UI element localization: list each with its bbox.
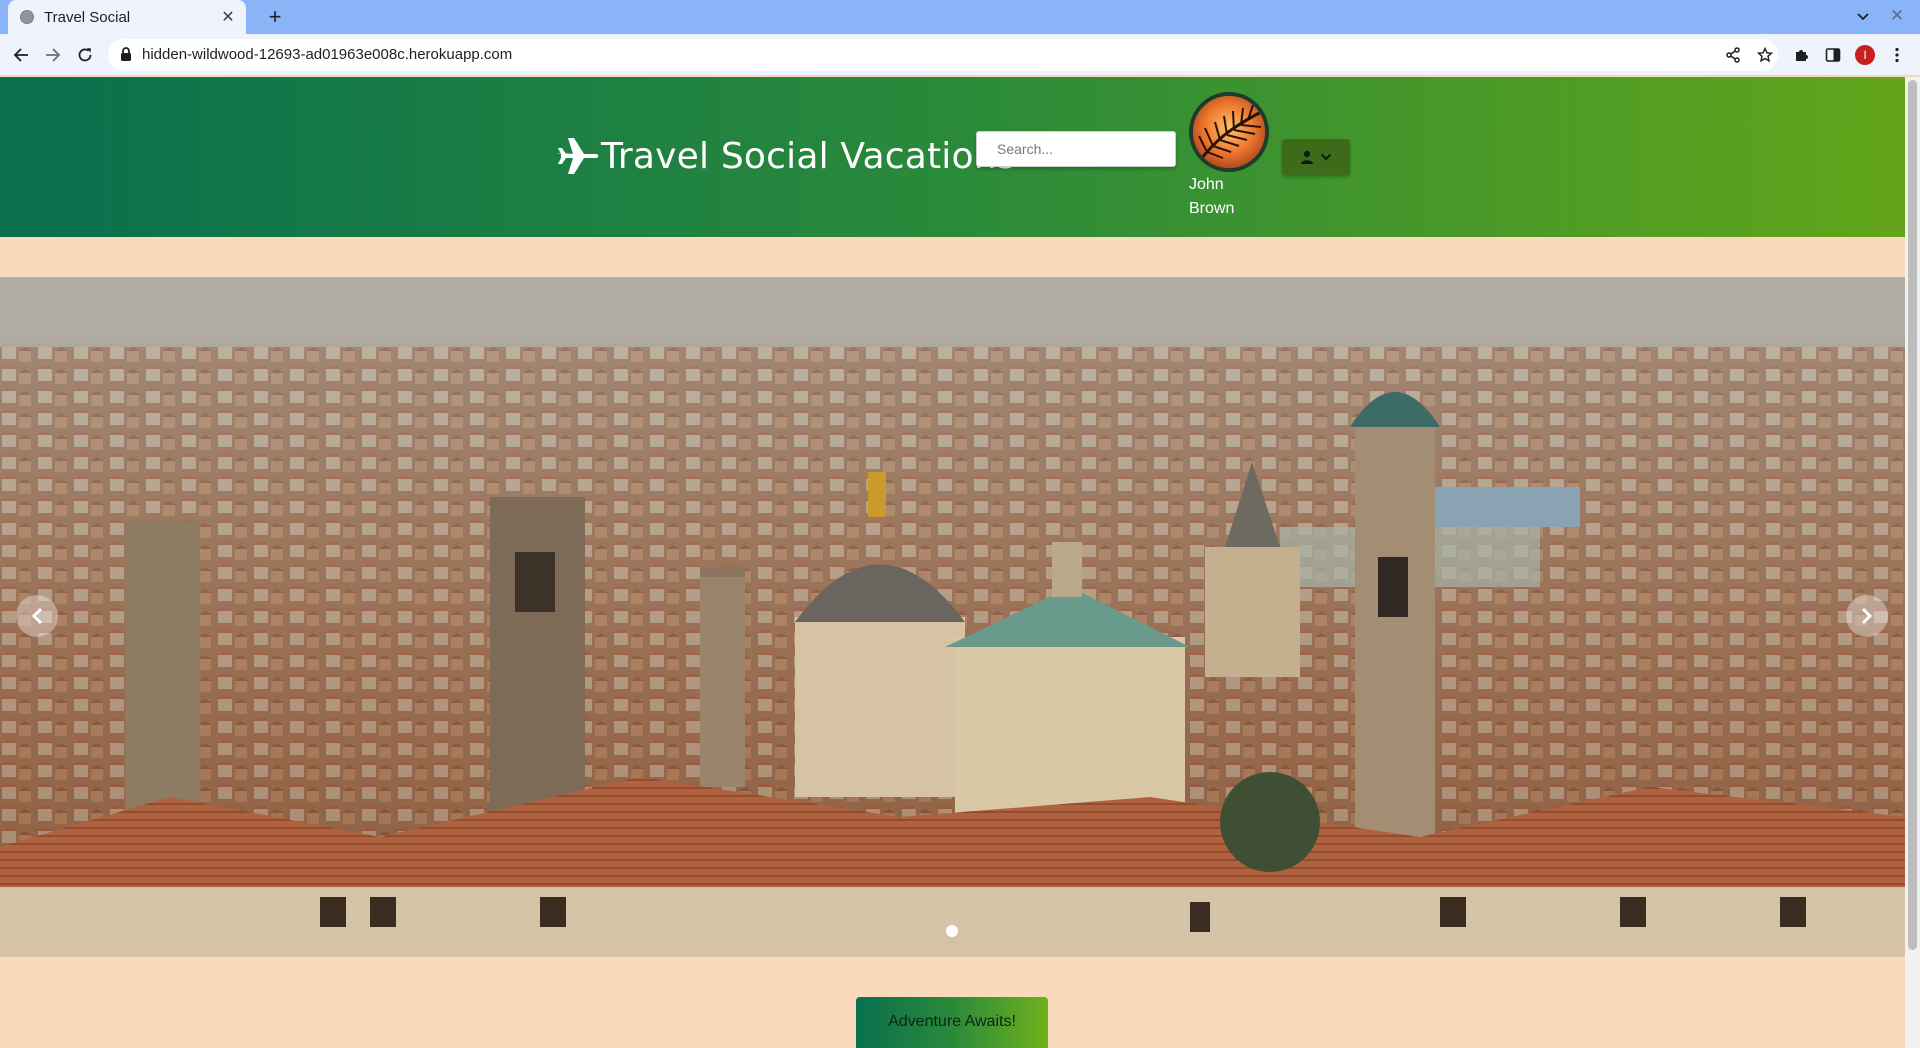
- avatar[interactable]: [1189, 92, 1269, 172]
- browser-toolbar: hidden-wildwood-12693-ad01963e008c.herok…: [0, 34, 1920, 76]
- globe-icon: [20, 10, 34, 24]
- lock-icon: [121, 47, 131, 61]
- forward-button[interactable]: [40, 42, 66, 68]
- user-menu-button[interactable]: [1282, 139, 1350, 175]
- brand-title: Travel Social Vacations: [601, 135, 1016, 177]
- browser-menu-icon[interactable]: [1884, 42, 1910, 68]
- side-panel-icon[interactable]: [1820, 42, 1846, 68]
- new-tab-button[interactable]: +: [262, 4, 288, 30]
- chevron-down-icon: [1320, 153, 1332, 161]
- brand-link[interactable]: Travel Social Vacations: [555, 134, 1016, 178]
- close-tab-icon[interactable]: ✕: [218, 7, 238, 27]
- extensions-icon[interactable]: [1788, 42, 1814, 68]
- adventure-awaits-button[interactable]: Adventure Awaits!: [856, 997, 1048, 1048]
- tab-title: Travel Social: [44, 8, 131, 26]
- plane-icon: [557, 138, 599, 174]
- carousel-slide-image: [0, 277, 1905, 957]
- image-carousel: [0, 277, 1905, 957]
- address-bar[interactable]: hidden-wildwood-12693-ad01963e008c.herok…: [108, 39, 1778, 71]
- carousel-indicator[interactable]: [946, 925, 958, 937]
- user-name: John Brown: [1189, 176, 1235, 217]
- tab-search-icon[interactable]: [1852, 6, 1874, 28]
- window-close-icon[interactable]: ✕: [1886, 5, 1908, 27]
- carousel-prev-button[interactable]: [16, 595, 58, 637]
- carousel-next-button[interactable]: [1846, 595, 1888, 637]
- user-icon: [1301, 150, 1313, 164]
- reload-icon: [78, 48, 92, 62]
- chevron-left-icon: [31, 607, 43, 625]
- chevron-right-icon: [1861, 607, 1873, 625]
- browser-tab[interactable]: Travel Social ✕: [8, 0, 246, 34]
- profile-avatar: I: [1855, 45, 1875, 65]
- profile-button[interactable]: I: [1852, 42, 1878, 68]
- site-header: Travel Social Vacations Search... John B…: [0, 77, 1905, 237]
- page-viewport: Travel Social Vacations Search... John B…: [0, 77, 1905, 1048]
- forward-arrow-icon: [46, 48, 61, 62]
- bookmark-star-icon[interactable]: [1754, 44, 1776, 66]
- reload-button[interactable]: [72, 42, 98, 68]
- back-button[interactable]: [8, 42, 34, 68]
- back-arrow-icon: [13, 48, 28, 62]
- share-icon[interactable]: [1722, 44, 1744, 66]
- url-text: hidden-wildwood-12693-ad01963e008c.herok…: [142, 46, 513, 63]
- palm-leaf-image: [1193, 96, 1265, 168]
- browser-tab-strip: Travel Social ✕ + ✕: [0, 0, 1920, 34]
- scrollbar-thumb[interactable]: [1908, 80, 1917, 950]
- search-input[interactable]: [976, 131, 1176, 167]
